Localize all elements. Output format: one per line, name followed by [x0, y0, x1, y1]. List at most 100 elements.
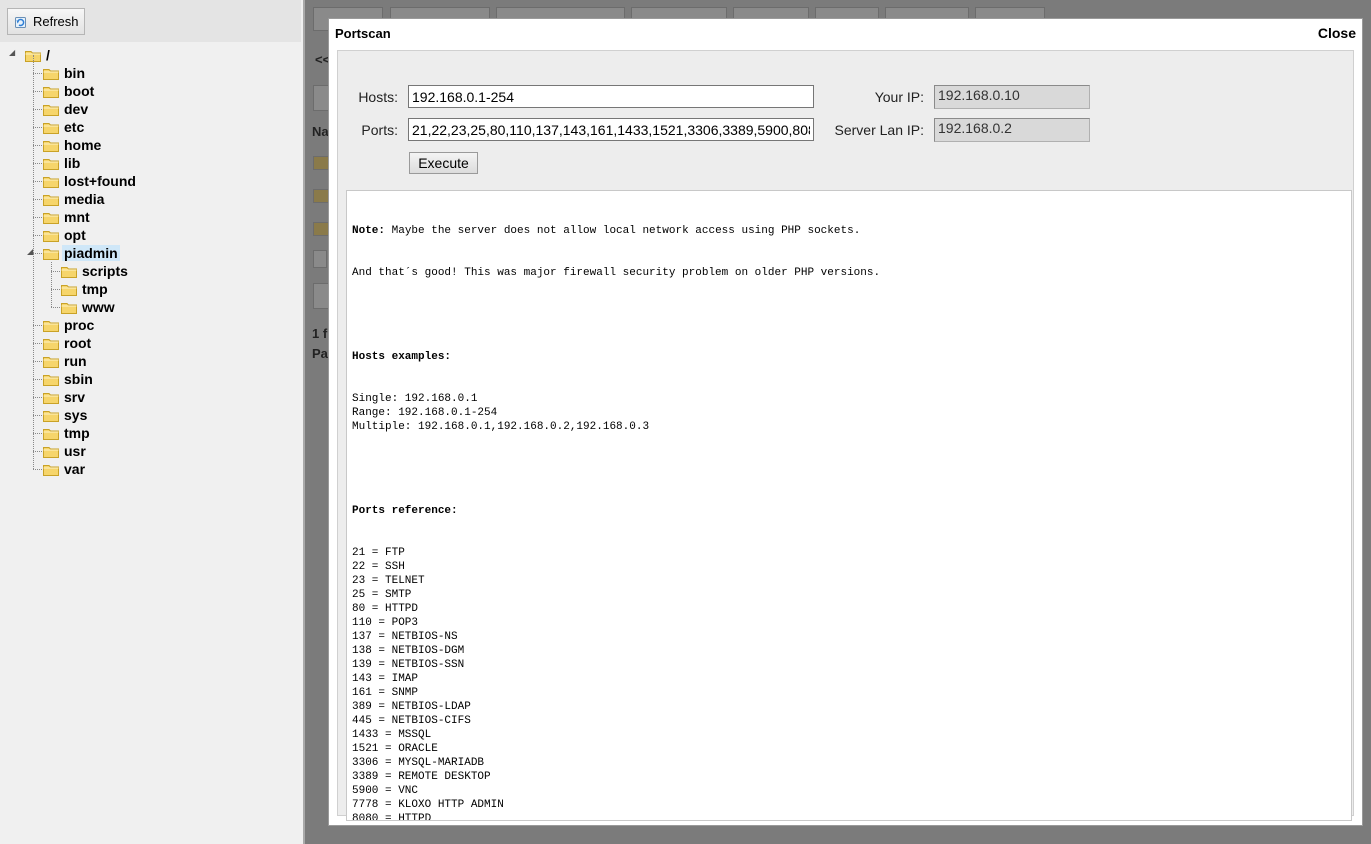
tree-connector — [33, 235, 42, 236]
tree-item-proc[interactable]: proc — [43, 316, 96, 334]
tree-item-usr[interactable]: usr — [43, 442, 88, 460]
tree-item-label: sys — [64, 407, 88, 423]
tree-item-run[interactable]: run — [43, 352, 89, 370]
tree-connector — [33, 325, 42, 326]
tree-connector — [33, 379, 42, 380]
port-reference-line: 1521 = ORACLE — [352, 743, 438, 755]
tree-connector — [33, 415, 42, 416]
tree-item-label: usr — [64, 443, 86, 459]
tree-item-lost-found[interactable]: lost+found — [43, 172, 138, 190]
tree-item-tmp[interactable]: tmp — [43, 424, 92, 442]
tree-item-home[interactable]: home — [43, 136, 103, 154]
tree-item-label: scripts — [82, 263, 128, 279]
host-example-line: Single: 192.168.0.1 — [352, 393, 478, 405]
tree-item-media[interactable]: media — [43, 190, 106, 208]
folder-icon — [43, 139, 59, 152]
port-reference-line: 110 = POP3 — [352, 617, 419, 629]
tree-expander-icon[interactable]: ◢ — [9, 48, 15, 57]
tree-item-mnt[interactable]: mnt — [43, 208, 92, 226]
dialog-body: Hosts: Ports: Your IP: 192.168.0.10 Serv… — [337, 50, 1354, 821]
output-note-line-2: And that´s good! This was major firewall… — [352, 267, 881, 279]
tree-item-label: run — [64, 353, 87, 369]
tree-connector — [51, 262, 52, 307]
tree-connector — [33, 469, 42, 470]
tree-item-sbin[interactable]: sbin — [43, 370, 95, 388]
tree-item-piadmin-scripts[interactable]: scripts — [61, 262, 130, 280]
tree-item-var[interactable]: var — [43, 460, 87, 478]
tree-item-opt[interactable]: opt — [43, 226, 88, 244]
tree-item-label: / — [46, 47, 50, 63]
server-lan-ip-label: Server Lan IP: — [834, 122, 925, 138]
note-text: Maybe the server does not allow local ne… — [385, 225, 861, 237]
folder-icon — [43, 463, 59, 476]
tree-connector — [51, 271, 60, 272]
tree-item-label: piadmin — [62, 245, 120, 261]
port-reference-line: 3389 = REMOTE DESKTOP — [352, 771, 491, 783]
port-reference-line: 7778 = KLOXO HTTP ADMIN — [352, 799, 504, 811]
tree-item-sys[interactable]: sys — [43, 406, 89, 424]
tree-connector — [33, 145, 42, 146]
tree-item-label: tmp — [64, 425, 90, 441]
folder-icon — [43, 211, 59, 224]
tree-item-piadmin[interactable]: piadmin — [43, 244, 120, 262]
output-note-line: Note: Maybe the server does not allow lo… — [352, 224, 1346, 238]
tree-item-label: etc — [64, 119, 85, 135]
tree-connector — [33, 451, 42, 452]
tree-item-etc[interactable]: etc — [43, 118, 86, 136]
hosts-examples-list: Single: 192.168.0.1 Range: 192.168.0.1-25… — [352, 392, 1346, 434]
folder-icon — [313, 156, 329, 170]
folder-icon — [43, 319, 59, 332]
your-ip-field: 192.168.0.10 — [934, 85, 1090, 109]
portscan-dialog: Portscan Close Hosts: Ports: Your IP: 19… — [328, 18, 1363, 826]
tree-item-label: dev — [64, 101, 89, 117]
port-reference-line: 80 = HTTPD — [352, 603, 419, 615]
tree-item-label: bin — [64, 65, 85, 81]
folder-icon — [43, 409, 59, 422]
tree-item-piadmin-www[interactable]: www — [61, 298, 117, 316]
folder-icon — [313, 189, 329, 203]
port-reference-line: 5900 = VNC — [352, 785, 419, 797]
folder-icon — [61, 301, 77, 314]
folder-icon — [43, 157, 59, 170]
tree-item-root[interactable]: / — [25, 46, 52, 64]
tree-item-root[interactable]: root — [43, 334, 93, 352]
port-reference-line: 1433 = MSSQL — [352, 729, 432, 741]
tree-connector — [33, 91, 42, 92]
host-example-line: Range: 192.168.0.1-254 — [352, 407, 498, 419]
folder-icon — [43, 175, 59, 188]
tree-item-bin[interactable]: bin — [43, 64, 87, 82]
note-label: Note: — [352, 225, 386, 237]
tree-item-lib[interactable]: lib — [43, 154, 82, 172]
tree-item-label: opt — [64, 227, 86, 243]
tree-connector — [33, 217, 42, 218]
folder-icon — [43, 85, 59, 98]
ports-input[interactable] — [408, 118, 814, 141]
refresh-button[interactable]: Refresh — [7, 8, 85, 35]
tree-item-label: home — [64, 137, 102, 153]
tree-item-boot[interactable]: boot — [43, 82, 96, 100]
close-button[interactable]: Close — [1318, 25, 1356, 41]
tree-connector — [33, 397, 42, 398]
footer-text: Pa — [312, 346, 328, 361]
dialog-title: Portscan — [335, 26, 391, 41]
folder-icon — [61, 283, 77, 296]
port-reference-line: 389 = NETBIOS-LDAP — [352, 701, 471, 713]
tree-item-label: boot — [64, 83, 95, 99]
folder-icon — [43, 373, 59, 386]
port-reference-line: 161 = SNMP — [352, 687, 419, 699]
hosts-input[interactable] — [408, 85, 814, 108]
folder-icon — [43, 121, 59, 134]
port-reference-line: 139 = NETBIOS-SSN — [352, 659, 465, 671]
tree-connector — [33, 163, 42, 164]
execute-button[interactable]: Execute — [409, 152, 478, 174]
tree-item-label: srv — [64, 389, 86, 405]
ports-reference-heading: Ports reference: — [352, 505, 458, 517]
tree-item-label: lost+found — [64, 173, 136, 189]
output-blank-line — [352, 462, 1346, 476]
tree-item-srv[interactable]: srv — [43, 388, 87, 406]
tree-item-piadmin-tmp[interactable]: tmp — [61, 280, 110, 298]
tree-item-dev[interactable]: dev — [43, 100, 90, 118]
column-header: Na — [312, 124, 329, 139]
folder-icon — [313, 222, 329, 236]
footer-text: 1 f — [312, 326, 328, 341]
